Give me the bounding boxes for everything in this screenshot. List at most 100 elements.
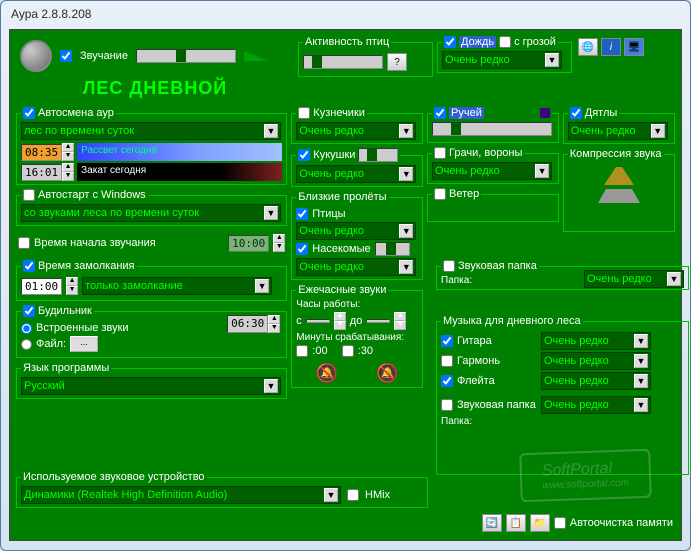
monitor-icon[interactable]: 🖥 — [624, 38, 644, 56]
alarm-time[interactable]: 06:30 — [227, 315, 268, 333]
alarm-file-radio[interactable] — [21, 339, 32, 350]
guitar-combo[interactable]: Очень редко▼ — [541, 332, 651, 350]
m30-checkbox[interactable] — [342, 345, 354, 357]
woodpeckers-group: Дятлы Очень редко▼ — [563, 107, 675, 144]
soundfolder-checkbox[interactable] — [443, 260, 455, 272]
autostart-checkbox[interactable] — [23, 189, 35, 201]
flyby-birds-checkbox[interactable] — [296, 208, 308, 220]
flyby-birds-combo[interactable]: Очень редко▼ — [296, 222, 416, 240]
speaker-icon[interactable] — [20, 40, 52, 72]
device-combo[interactable]: Динамики (Realtek High Definition Audio)… — [21, 486, 341, 504]
autochange-combo[interactable]: лес по времени суток▼ — [21, 122, 281, 140]
woodpeckers-checkbox[interactable] — [570, 107, 582, 119]
guitar-checkbox[interactable] — [441, 335, 453, 347]
wind-checkbox[interactable] — [434, 188, 446, 200]
info-icon[interactable]: i — [601, 38, 621, 56]
music-folder-path-label: Папка: — [441, 416, 684, 427]
lang-combo[interactable]: Русский▼ — [21, 377, 281, 395]
autochange-group: Автосмена аур лес по времени суток▼ 08:3… — [16, 107, 287, 185]
bell-off-icon-1[interactable]: 🔕 — [316, 363, 338, 384]
soundfolder-combo[interactable]: Очень редко▼ — [584, 270, 684, 288]
flute-combo[interactable]: Очень редко▼ — [541, 372, 651, 390]
hour-from-spin[interactable]: ▲▼ — [334, 312, 346, 330]
silence-spinner[interactable]: ▲▼ — [66, 277, 78, 295]
bottom-icon-1[interactable]: 🔄 — [482, 514, 502, 532]
rooks-checkbox[interactable] — [434, 147, 446, 159]
volume-wedge-icon — [244, 51, 268, 61]
autostart-combo[interactable]: со звуками леса по времени суток▼ — [21, 204, 281, 222]
harmony-checkbox[interactable] — [441, 355, 453, 367]
hmix-checkbox[interactable] — [347, 489, 359, 501]
grasshoppers-combo[interactable]: Очень редко▼ — [296, 122, 416, 140]
grasshoppers-checkbox[interactable] — [298, 107, 310, 119]
music-soundfolder-checkbox[interactable] — [441, 399, 453, 411]
rooks-label: Грачи, вороны — [449, 147, 522, 159]
starttime-spinner[interactable]: ▲▼ — [273, 234, 285, 252]
stream-color-icon — [540, 108, 550, 118]
starttime-checkbox[interactable] — [18, 237, 30, 249]
m00-checkbox[interactable] — [296, 345, 308, 357]
hourly-group: Ежечасные звуки Часы работы: с ▲▼ до ▲▼ … — [291, 284, 423, 388]
hour-from[interactable] — [306, 319, 330, 323]
harmony-label: Гармонь — [457, 355, 537, 367]
rooks-combo[interactable]: Очень редко▼ — [432, 162, 552, 180]
top-icon-bar: 🌐 i 🖥 — [576, 36, 646, 58]
sunrise-time: 08:35 — [21, 144, 62, 161]
compression-legend: Компрессия звука — [568, 148, 664, 160]
stream-label: Ручей — [449, 107, 484, 119]
birds-info-button[interactable]: ? — [387, 53, 407, 71]
alarm-checkbox[interactable] — [23, 305, 35, 317]
volume-slider[interactable] — [136, 49, 236, 63]
flyby-insects-checkbox[interactable] — [296, 243, 308, 255]
harmony-combo[interactable]: Очень редко▼ — [541, 352, 651, 370]
alarm-spinner[interactable]: ▲▼ — [268, 315, 280, 333]
flyby-insects-combo[interactable]: Очень редко▼ — [296, 258, 416, 276]
bottom-icon-2[interactable]: 📋 — [506, 514, 526, 532]
insects-slider[interactable] — [375, 242, 410, 256]
stream-group: Ручей — [427, 107, 559, 143]
titlebar[interactable]: Аура 2.8.8.208 — [1, 1, 690, 29]
autochange-legend: Автосмена аур — [38, 107, 114, 119]
cuckoos-combo[interactable]: Очень редко▼ — [296, 165, 416, 183]
sound-checkbox[interactable] — [60, 50, 72, 62]
sunset-spinner[interactable]: ▲▼ — [62, 163, 74, 181]
preset-title: ЛЕС ДНЕВНОЙ — [16, 76, 294, 105]
sound-label: Звучание — [80, 50, 128, 62]
birds-activity-slider[interactable] — [303, 55, 383, 69]
cuckoos-checkbox[interactable] — [298, 149, 310, 161]
sunrise-spinner[interactable]: ▲▼ — [62, 143, 74, 161]
music-soundfolder-combo[interactable]: Очень редко▼ — [541, 396, 651, 414]
bell-off-icon-2[interactable]: 🔕 — [376, 363, 398, 384]
hour-to[interactable] — [366, 319, 390, 323]
cuckoos-slider[interactable] — [358, 148, 398, 162]
hmix-label: HMix — [365, 489, 390, 501]
window-title: Аура 2.8.8.208 — [11, 7, 91, 21]
m00-label: :00 — [312, 345, 327, 357]
alarm-file-button[interactable]: ... — [70, 336, 98, 352]
silence-time[interactable]: 01:00 — [21, 278, 62, 295]
stream-slider[interactable] — [432, 122, 552, 136]
silence-checkbox[interactable] — [23, 260, 35, 272]
autochange-checkbox[interactable] — [23, 107, 35, 119]
soundfolder-group: Звуковая папка Очень редко▼ Папка: — [436, 260, 689, 290]
sunset-bar: Закат сегодня — [77, 163, 282, 181]
autoclean-checkbox[interactable] — [554, 517, 566, 529]
bottom-icon-3[interactable]: 📁 — [530, 514, 550, 532]
flyby-legend: Близкие пролёты — [296, 191, 388, 203]
silence-combo[interactable]: только замолкание▼ — [82, 277, 272, 295]
starttime-value[interactable]: 10:00 — [228, 235, 269, 252]
sunrise-bar: Рассвет сегодня — [77, 143, 282, 161]
alarm-builtin-label: Встроенные звуки — [36, 322, 129, 334]
thunder-checkbox[interactable] — [499, 36, 511, 48]
stream-checkbox[interactable] — [434, 107, 446, 119]
rain-checkbox[interactable] — [444, 36, 456, 48]
music-group: Музыка для дневного леса Гитара Очень ре… — [436, 315, 689, 475]
music-legend: Музыка для дневного леса — [441, 315, 583, 327]
cuckoos-label: Кукушки — [313, 149, 355, 161]
flute-checkbox[interactable] — [441, 375, 453, 387]
rain-frequency-combo[interactable]: Очень редко▼ — [442, 51, 562, 69]
alarm-builtin-radio[interactable] — [21, 323, 32, 334]
hour-to-spin[interactable]: ▲▼ — [394, 312, 406, 330]
globe-icon[interactable]: 🌐 — [578, 38, 598, 56]
woodpeckers-combo[interactable]: Очень редко▼ — [568, 122, 668, 140]
